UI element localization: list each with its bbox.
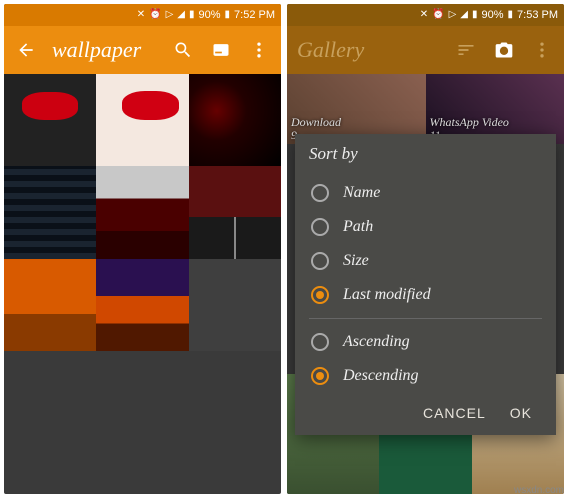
thumbnail[interactable] <box>189 166 281 258</box>
radio-option[interactable]: Ascending <box>309 325 542 359</box>
signal-icon: ▮ <box>189 10 195 20</box>
thumbnail[interactable] <box>4 74 96 166</box>
alarm-icon: ⏰ <box>432 10 444 20</box>
clock-text: 7:53 PM <box>517 9 558 21</box>
battery-icon: ▮ <box>225 10 231 20</box>
radio-label: Path <box>343 218 373 236</box>
radio-label: Name <box>343 184 380 202</box>
signal-icon: ▮ <box>472 10 478 20</box>
radio-option[interactable]: Size <box>309 244 542 278</box>
dialog-actions: CANCEL OK <box>309 393 542 431</box>
camera-icon <box>494 40 514 60</box>
overflow-button[interactable] <box>530 38 554 62</box>
sort-button[interactable] <box>454 38 478 62</box>
cancel-button[interactable]: CANCEL <box>423 405 486 421</box>
ok-button[interactable]: OK <box>510 405 532 421</box>
page-title: Gallery <box>297 37 440 63</box>
notif-icon: ✕ <box>420 10 428 20</box>
empty-cell <box>189 259 281 351</box>
dialog-title: Sort by <box>309 144 542 164</box>
gallery-screen: ✕ ⏰ ▷ ◢ ▮ 90% ▮ 7:53 PM Gallery Download… <box>287 4 564 494</box>
radio-icon <box>311 367 329 385</box>
battery-text: 90% <box>198 9 220 21</box>
sort-icon <box>456 40 476 60</box>
radio-option[interactable]: Last modified <box>309 278 542 312</box>
radio-icon <box>311 252 329 270</box>
notif-icon: ✕ <box>137 10 145 20</box>
app-bar: wallpaper <box>4 26 281 74</box>
thumbnail[interactable] <box>4 259 96 351</box>
watermark: wsxdn.com <box>514 485 564 496</box>
radio-icon <box>311 333 329 351</box>
radio-icon <box>311 184 329 202</box>
battery-icon: ▮ <box>508 10 514 20</box>
radio-option[interactable]: Path <box>309 210 542 244</box>
back-button[interactable] <box>14 38 38 62</box>
radio-icon <box>311 286 329 304</box>
play-icon: ▷ <box>449 10 457 20</box>
radio-option[interactable]: Name <box>309 176 542 210</box>
clock-text: 7:52 PM <box>234 9 275 21</box>
status-bar: ✕ ⏰ ▷ ◢ ▮ 90% ▮ 7:53 PM <box>287 4 564 26</box>
page-title: wallpaper <box>52 37 157 63</box>
play-icon: ▷ <box>166 10 174 20</box>
camera-button[interactable] <box>492 38 516 62</box>
wifi-icon: ◢ <box>177 10 185 20</box>
radio-icon <box>311 218 329 236</box>
back-arrow-icon <box>16 40 36 60</box>
radio-label: Size <box>343 252 369 270</box>
status-bar: ✕ ⏰ ▷ ◢ ▮ 90% ▮ 7:52 PM <box>4 4 281 26</box>
thumbnail-grid <box>4 74 281 351</box>
thumbnail[interactable] <box>96 166 188 258</box>
sort-dialog: Sort by Name Path Size Last modified Ascend… <box>295 134 556 435</box>
radio-option[interactable]: Descending <box>309 359 542 393</box>
app-bar: Gallery <box>287 26 564 74</box>
radio-label: Ascending <box>343 333 410 351</box>
overflow-button[interactable] <box>247 38 271 62</box>
radio-label: Descending <box>343 367 419 385</box>
battery-text: 90% <box>481 9 503 21</box>
more-vert-icon <box>532 40 552 60</box>
search-button[interactable] <box>171 38 195 62</box>
wallpaper-screen: ✕ ⏰ ▷ ◢ ▮ 90% ▮ 7:52 PM wallpaper <box>4 4 281 494</box>
thumbnail[interactable] <box>96 259 188 351</box>
search-icon <box>173 40 193 60</box>
more-vert-icon <box>249 40 269 60</box>
card-icon <box>211 40 231 60</box>
thumbnail[interactable] <box>189 74 281 166</box>
thumbnail[interactable] <box>4 166 96 258</box>
divider <box>309 318 542 319</box>
thumbnail[interactable] <box>96 74 188 166</box>
wifi-icon: ◢ <box>460 10 468 20</box>
alarm-icon: ⏰ <box>149 10 161 20</box>
radio-label: Last modified <box>343 286 431 304</box>
view-toggle-button[interactable] <box>209 38 233 62</box>
